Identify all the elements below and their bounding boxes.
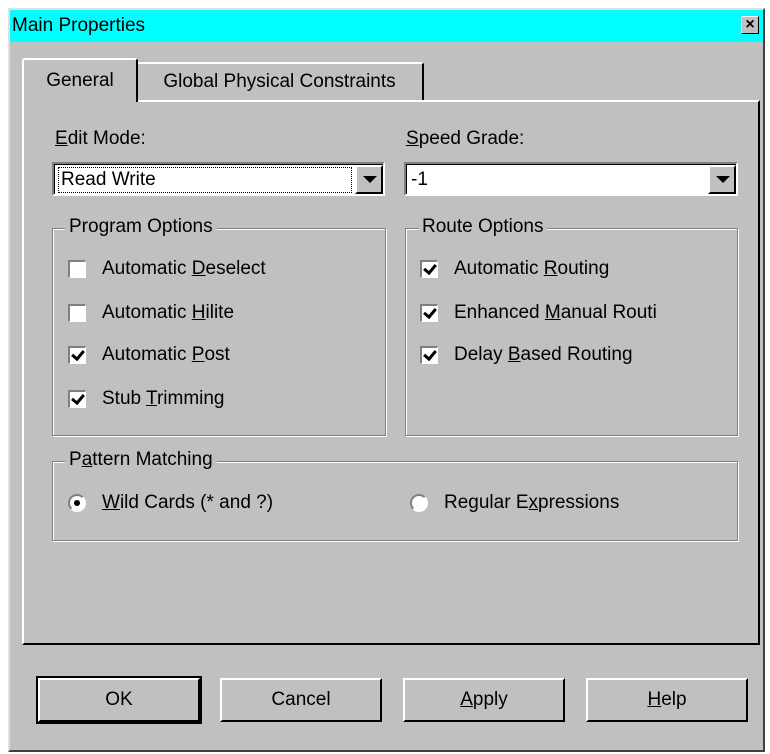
tab-panel-general [22, 100, 760, 645]
apply-button-label: Apply [460, 689, 508, 710]
apply-button[interactable]: Apply [403, 678, 565, 722]
close-button[interactable]: × [741, 16, 759, 34]
tab-global-physical-constraints-label: Global Physical Constraints [163, 71, 396, 92]
ok-button-label: OK [105, 689, 133, 710]
tab-general[interactable]: General [22, 58, 138, 102]
window-title: Main Properties [12, 15, 146, 36]
tab-global-physical-constraints[interactable]: Global Physical Constraints [135, 62, 424, 100]
tab-general-label: General [46, 70, 114, 91]
help-button[interactable]: Help [586, 678, 748, 722]
help-button-label: Help [647, 689, 687, 710]
close-icon: × [745, 16, 755, 33]
cancel-button[interactable]: Cancel [220, 678, 382, 722]
ok-button[interactable]: OK [36, 676, 202, 724]
title-bar[interactable]: Main Properties × [10, 10, 763, 42]
cancel-button-label: Cancel [271, 689, 331, 710]
